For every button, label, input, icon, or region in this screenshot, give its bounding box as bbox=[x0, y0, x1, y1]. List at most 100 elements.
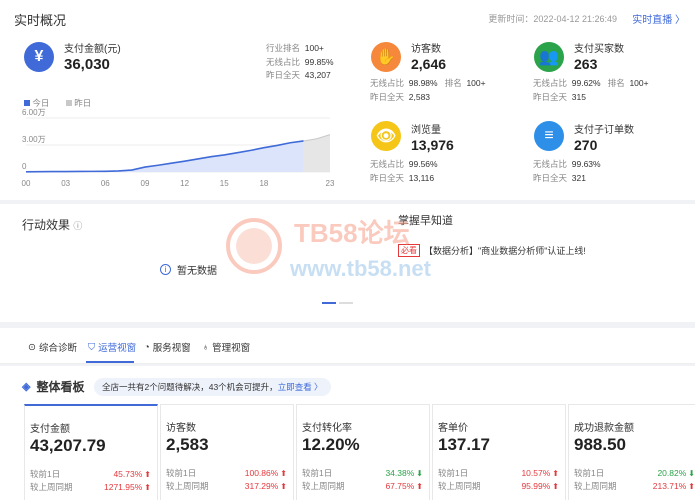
kpi-value: 43,207.79 bbox=[30, 436, 106, 455]
buyers-value: 263 bbox=[574, 56, 598, 72]
compare-value: 213.71% bbox=[652, 481, 687, 491]
pageviews-value: 13,976 bbox=[411, 137, 454, 153]
live-link[interactable]: 实时直播 〉 bbox=[632, 11, 685, 26]
pay-wireless: 无线占比 99.85% bbox=[266, 57, 334, 67]
kpi-compare-week: 较上周同期 95.99% ⬆ bbox=[438, 480, 559, 492]
info-icon: i bbox=[160, 264, 171, 275]
kpi-compare-week: 较上周同期 67.75% ⬆ bbox=[302, 480, 423, 492]
kpi-compare-week: 较上周同期 213.71% ⬆ bbox=[574, 480, 695, 492]
visitors-yesterday: 昨日全天 2,583 bbox=[370, 92, 431, 102]
compare-value: 34.38% bbox=[385, 468, 415, 478]
must-know-title: 掌握早知道 bbox=[398, 215, 453, 227]
notice-item[interactable]: 必看 【数据分析】"商业数据分析师"认证上线! bbox=[398, 244, 586, 257]
pay-yesterday: 昨日全天 43,207 bbox=[266, 70, 331, 80]
pager-dot-active[interactable] bbox=[322, 302, 336, 304]
kpi-card[interactable]: 支付金额 43,207.79 较前1日 45.73% ⬆ 较上周同期 1271.95% ⬆ bbox=[24, 404, 158, 500]
kpi-name: 访客数 bbox=[166, 423, 196, 434]
kpi-value: 137.17 bbox=[438, 435, 490, 454]
suborders-wireless: 无线占比 99.63% bbox=[533, 159, 601, 169]
compare-label: 较上周同期 bbox=[438, 481, 481, 491]
kpi-card[interactable]: 访客数 2,583 较前1日 100.86% ⬆ 较上周同期 317.29% ⬆ bbox=[160, 404, 294, 500]
view-now-link[interactable]: 立即查看 〉 bbox=[278, 382, 323, 392]
suborders-label: 支付子订单数 bbox=[574, 125, 634, 136]
visitors-value: 2,646 bbox=[411, 56, 447, 72]
kpi-name: 支付金额 bbox=[30, 424, 70, 435]
compare-value: 95.99% bbox=[521, 481, 551, 491]
kpi-value: 988.50 bbox=[574, 435, 626, 454]
compare-label: 较上周同期 bbox=[574, 481, 617, 491]
kpi-name: 支付转化率 bbox=[302, 423, 352, 434]
yen-icon: ¥ bbox=[24, 42, 54, 72]
x-tick-label: 09 bbox=[141, 179, 150, 188]
pay-amount-label: 支付金额(元) bbox=[64, 44, 121, 55]
compare-label: 较前1日 bbox=[438, 468, 469, 478]
buyers-label: 支付买家数 bbox=[574, 44, 624, 55]
notice-text: 【数据分析】"商业数据分析师"认证上线! bbox=[424, 246, 586, 256]
layers-icon: ◈ bbox=[22, 381, 31, 393]
series-area-today bbox=[26, 140, 304, 172]
dashboard-title-text: 整体看板 bbox=[36, 380, 85, 394]
x-tick-label: 00 bbox=[22, 179, 31, 188]
arrow-up-icon: ⬆ bbox=[552, 468, 559, 478]
tab-comprehensive[interactable]: ⊙ 综合诊断 bbox=[28, 340, 77, 355]
tab-operations[interactable]: ⛉ 运营视窗 bbox=[88, 340, 136, 355]
order-icon: ≡ bbox=[534, 121, 564, 151]
arrow-down-icon: ⬇ bbox=[416, 468, 423, 478]
realtime-area-chart: 6.00万3.00万000 03 06 09 12 15 18 23 bbox=[22, 108, 335, 188]
dashboard-title: ◈ 整体看板 bbox=[22, 378, 84, 395]
pager-dot[interactable] bbox=[339, 302, 353, 304]
dashboard-hint: 全店一共有2个问题待解决，43个机会可提升，立即查看 〉 bbox=[94, 378, 331, 396]
tab-label: 综合诊断 bbox=[38, 343, 77, 354]
no-data-message: i 暂无数据 bbox=[160, 262, 217, 277]
kpi-compare-day: 较前1日 45.73% ⬆ bbox=[30, 468, 151, 480]
compare-label: 较上周同期 bbox=[302, 481, 345, 491]
realtime-overview-panel: 实时概况 更新时间：2022-04-12 21:26:49 实时直播 〉 ¥ 支… bbox=[0, 0, 695, 200]
compare-value: 20.82% bbox=[657, 468, 687, 478]
kpi-name: 客单价 bbox=[438, 423, 468, 434]
shield-icon: ⛉ bbox=[88, 341, 96, 353]
arrow-up-icon: ⬆ bbox=[416, 481, 423, 491]
eye-icon: 👁 bbox=[371, 121, 401, 151]
tab-label: 服务视窗 bbox=[152, 343, 191, 354]
compare-label: 较前1日 bbox=[574, 468, 605, 478]
kpi-compare-day: 较前1日 20.82% ⬇ bbox=[574, 467, 695, 479]
kpi-compare-week: 较上周同期 1271.95% ⬆ bbox=[30, 481, 151, 493]
tab-management[interactable]: ♁ 管理视窗 bbox=[202, 340, 251, 355]
visitors-label: 访客数 bbox=[411, 44, 441, 55]
buyers-wireless: 无线占比 99.62% 排名 100+ bbox=[533, 78, 649, 88]
x-tick-label: 06 bbox=[101, 179, 110, 188]
pay-amount-value: 36,030 bbox=[64, 56, 110, 73]
kpi-card[interactable]: 客单价 137.17 较前1日 10.57% ⬆ 较上周同期 95.99% ⬆ bbox=[432, 404, 566, 500]
pageviews-label: 浏览量 bbox=[411, 125, 441, 136]
arrow-up-icon: ⬆ bbox=[552, 481, 559, 491]
x-tick-label: 18 bbox=[259, 179, 268, 188]
pay-rank: 行业排名 100+ bbox=[266, 43, 324, 53]
suborders-value: 270 bbox=[574, 137, 598, 153]
overall-dashboard: ◈ 整体看板 全店一共有2个问题待解决，43个机会可提升，立即查看 〉 支付金额… bbox=[0, 366, 695, 500]
action-effect-panel: 行动效果 ⓘ i 暂无数据 掌握早知道 必看 【数据分析】"商业数据分析师"认证… bbox=[0, 204, 695, 322]
x-tick-label: 03 bbox=[61, 179, 70, 188]
arrow-up-icon: ⬆ bbox=[144, 482, 151, 492]
y-tick-label: 3.00万 bbox=[22, 135, 46, 144]
view-tabs: ⊙ 综合诊断 ⛉ 运营视窗 ◔ 服务视窗 ♁ 管理视窗 bbox=[0, 328, 695, 364]
tab-label: 管理视窗 bbox=[212, 343, 251, 354]
help-icon[interactable]: ⓘ bbox=[73, 221, 82, 231]
kpi-card[interactable]: 支付转化率 12.20% 较前1日 34.38% ⬇ 较上周同期 67.75% ⬆ bbox=[296, 404, 430, 500]
users-icon: 👥 bbox=[534, 42, 564, 72]
arrow-up-icon: ⬆ bbox=[144, 469, 151, 479]
arrow-up-icon: ⬆ bbox=[688, 481, 695, 491]
compare-value: 45.73% bbox=[113, 469, 143, 479]
gift-icon: ♁ bbox=[202, 341, 210, 353]
x-tick-label: 15 bbox=[220, 179, 229, 188]
compare-value: 1271.95% bbox=[104, 482, 143, 492]
compare-value: 317.29% bbox=[244, 481, 279, 491]
carousel-pager[interactable] bbox=[322, 302, 353, 304]
kpi-compare-day: 较前1日 100.86% ⬆ bbox=[166, 467, 287, 479]
y-tick-label: 0 bbox=[22, 162, 27, 171]
compare-value: 10.57% bbox=[521, 468, 551, 478]
action-effect-title-text: 行动效果 bbox=[22, 218, 71, 232]
active-tab-indicator bbox=[86, 361, 134, 363]
kpi-card[interactable]: 成功退款金额 988.50 较前1日 20.82% ⬇ 较上周同期 213.71% ⬆ bbox=[568, 404, 695, 500]
tab-service[interactable]: ◔ 服务视窗 bbox=[144, 340, 191, 355]
kpi-compare-week: 较上周同期 317.29% ⬆ bbox=[166, 480, 287, 492]
